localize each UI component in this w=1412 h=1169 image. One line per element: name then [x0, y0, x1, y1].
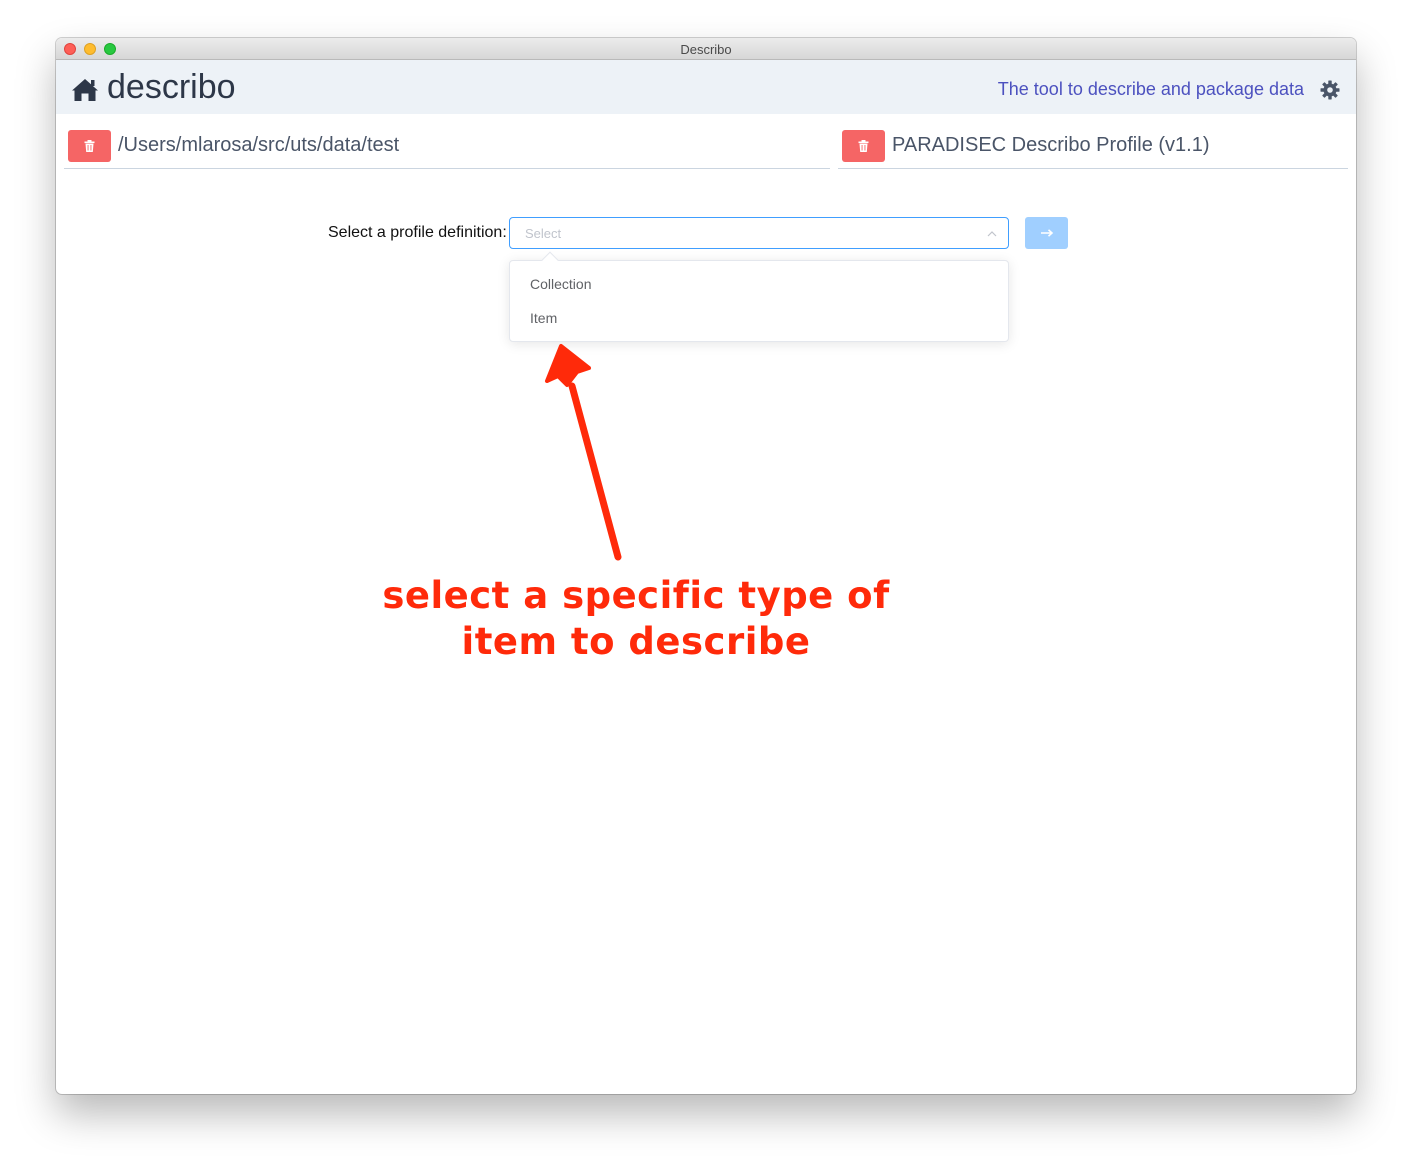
dropdown-option-item[interactable]: Item [510, 301, 1008, 335]
annotation-text: select a specific type of item to descri… [356, 573, 916, 665]
annotation-arrow [545, 344, 622, 561]
profile-name: PARADISEC Describo Profile (v1.1) [892, 134, 1210, 156]
annotation-line-1: select a specific type of [382, 574, 890, 617]
annotation-line-2: item to describe [461, 620, 811, 663]
delete-folder-button[interactable] [68, 130, 111, 162]
profile-select-label: Select a profile definition: [328, 224, 507, 241]
profile-path-bar: PARADISEC Describo Profile (v1.1) [838, 130, 1348, 169]
profile-dropdown: Collection Item [509, 251, 1009, 342]
dropdown-option-collection[interactable]: Collection [510, 267, 1008, 301]
trash-icon [858, 140, 869, 152]
app-window: Describo describo The tool to describe a… [56, 38, 1356, 1094]
delete-profile-button[interactable] [842, 130, 885, 162]
window-title: Describo [680, 42, 732, 57]
tagline: The tool to describe and package data [997, 79, 1304, 99]
select-placeholder: Select [525, 226, 562, 241]
profile-select[interactable]: Select [509, 217, 1009, 249]
home-icon[interactable] [71, 77, 99, 103]
arrow-right-icon [1040, 229, 1053, 237]
app-header: describo The tool to describe and packag… [56, 60, 1356, 114]
chevron-up-icon [987, 231, 997, 237]
folder-path-bar: /Users/mlarosa/src/uts/data/test [64, 130, 830, 169]
continue-button[interactable] [1025, 217, 1068, 249]
title-bar: Describo [56, 38, 1356, 60]
folder-path: /Users/mlarosa/src/uts/data/test [118, 134, 400, 156]
trash-icon [84, 140, 95, 152]
gear-icon[interactable] [1320, 80, 1340, 100]
app-name[interactable]: describo [107, 68, 236, 107]
dropdown-caret [541, 251, 559, 269]
